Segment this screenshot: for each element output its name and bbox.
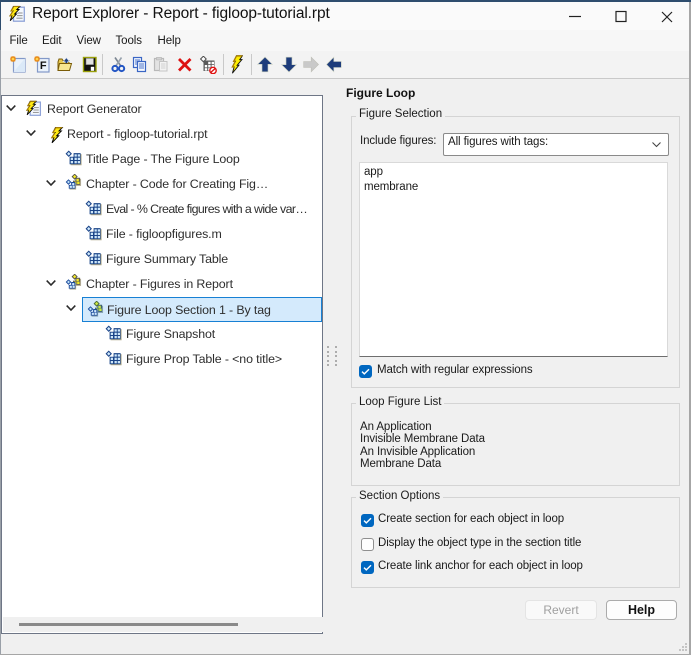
svg-text:F: F <box>39 60 46 72</box>
